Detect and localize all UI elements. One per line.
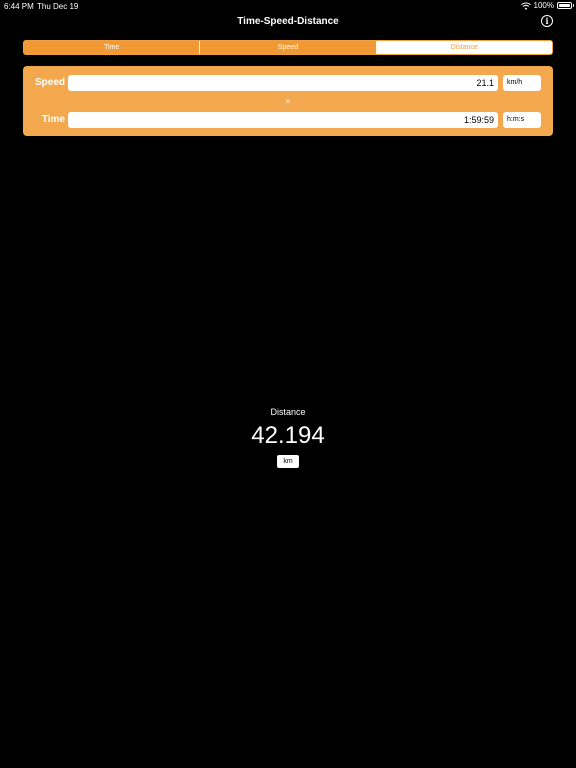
wifi-icon [520,2,531,10]
time-input[interactable] [68,112,498,128]
page-title: Time-Speed-Distance [237,16,339,27]
time-unit-button[interactable]: h:m:s [503,112,541,128]
tab-distance[interactable]: Distance [375,41,552,54]
result-value: 42.194 [251,422,325,449]
result-panel: Distance 42.194 km [0,407,576,468]
result-label: Distance [270,407,306,417]
status-bar: 6:44 PM Thu Dec 19 100% [0,0,576,12]
tab-speed[interactable]: Speed [199,41,376,54]
multiply-sign: × [285,97,291,106]
tab-time[interactable]: Time [24,41,200,54]
info-icon[interactable]: i [541,15,553,27]
status-time: 6:44 PM [4,2,34,11]
status-indicators: 100% [520,1,574,10]
mode-segmented-control: Time Speed Distance [23,40,553,55]
battery-percent: 100% [533,1,554,10]
result-unit-button[interactable]: km [277,455,299,468]
speed-label: Speed [34,77,65,88]
battery-icon [557,2,574,9]
time-label: Time [41,114,65,125]
speed-input[interactable] [68,75,498,91]
speed-unit-button[interactable]: km/h [503,75,541,91]
input-card: Speed km/h × Time h:m:s [23,66,553,136]
status-date: Thu Dec 19 [37,2,79,11]
